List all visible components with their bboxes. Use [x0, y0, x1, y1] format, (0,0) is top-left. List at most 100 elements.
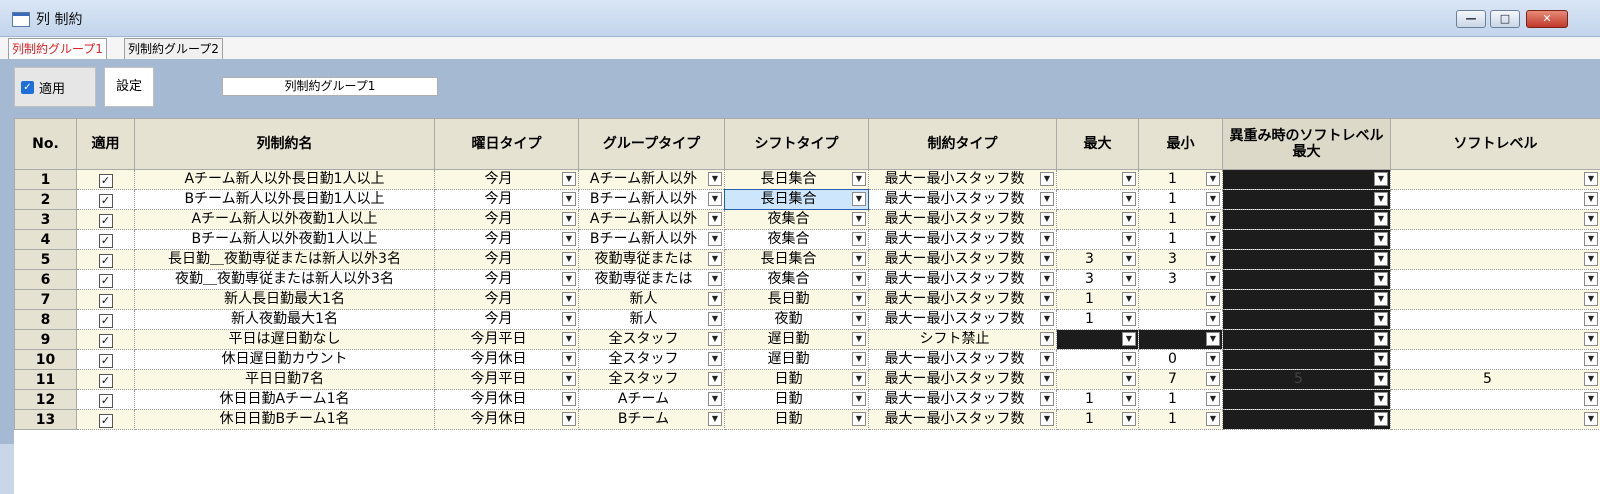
- cell-shift[interactable]: 長日集合▼: [725, 190, 869, 210]
- cell-day[interactable]: 今月▼: [435, 210, 579, 230]
- dropdown-arrow-icon[interactable]: ▼: [708, 352, 722, 366]
- cell-max[interactable]: 1▼: [1057, 410, 1139, 430]
- checkbox-checked-icon[interactable]: ✓: [99, 394, 113, 408]
- cell-weight[interactable]: ▼: [1223, 250, 1391, 270]
- dropdown-arrow-icon[interactable]: ▼: [852, 192, 866, 206]
- cell-constraint[interactable]: 最大ー最小スタッフ数▼: [869, 270, 1057, 290]
- cell-constraint[interactable]: 最大ー最小スタッフ数▼: [869, 230, 1057, 250]
- group-name-field[interactable]: 列制約グループ1: [222, 77, 438, 96]
- cell-apply[interactable]: ✓: [77, 410, 135, 430]
- dropdown-arrow-icon[interactable]: ▼: [1206, 252, 1220, 266]
- cell-max[interactable]: ▼: [1057, 350, 1139, 370]
- dropdown-arrow-icon[interactable]: ▼: [1040, 172, 1054, 186]
- dropdown-arrow-icon[interactable]: ▼: [1584, 352, 1598, 366]
- dropdown-arrow-icon[interactable]: ▼: [1584, 192, 1598, 206]
- dropdown-arrow-icon[interactable]: ▼: [1584, 172, 1598, 186]
- cell-group[interactable]: Aチーム▼: [579, 390, 725, 410]
- cell-group[interactable]: Aチーム新人以外▼: [579, 170, 725, 190]
- cell-min[interactable]: 0▼: [1139, 350, 1223, 370]
- cell-soft[interactable]: ▼: [1391, 170, 1600, 190]
- cell-group[interactable]: Bチーム新人以外▼: [579, 230, 725, 250]
- cell-min[interactable]: ▼: [1139, 330, 1223, 350]
- dropdown-arrow-icon[interactable]: ▼: [852, 352, 866, 366]
- dropdown-arrow-icon[interactable]: ▼: [1374, 312, 1388, 326]
- dropdown-arrow-icon[interactable]: ▼: [1122, 372, 1136, 386]
- cell-name[interactable]: 休日日勤Bチーム1名: [135, 410, 435, 430]
- dropdown-arrow-icon[interactable]: ▼: [1374, 272, 1388, 286]
- table-row[interactable]: 11✓平日日勤7名今月平日▼全スタッフ▼日勤▼最大ー最小スタッフ数▼▼7▼5▼5…: [15, 370, 1600, 390]
- dropdown-arrow-icon[interactable]: ▼: [1040, 352, 1054, 366]
- dropdown-arrow-icon[interactable]: ▼: [852, 392, 866, 406]
- cell-shift[interactable]: 長日集合▼: [725, 170, 869, 190]
- col-weight-soft-max[interactable]: 異重み時のソフトレベル 最大: [1223, 119, 1391, 170]
- dropdown-arrow-icon[interactable]: ▼: [1206, 372, 1220, 386]
- col-apply[interactable]: 適用: [77, 119, 135, 170]
- cell-max[interactable]: ▼: [1057, 230, 1139, 250]
- checkbox-checked-icon[interactable]: ✓: [99, 314, 113, 328]
- dropdown-arrow-icon[interactable]: ▼: [1206, 352, 1220, 366]
- cell-constraint[interactable]: 最大ー最小スタッフ数▼: [869, 370, 1057, 390]
- dropdown-arrow-icon[interactable]: ▼: [708, 252, 722, 266]
- cell-constraint[interactable]: 最大ー最小スタッフ数▼: [869, 350, 1057, 370]
- cell-shift[interactable]: 夜集合▼: [725, 210, 869, 230]
- checkbox-checked-icon[interactable]: ✓: [99, 214, 113, 228]
- cell-max[interactable]: ▼: [1057, 210, 1139, 230]
- cell-group[interactable]: Aチーム新人以外▼: [579, 210, 725, 230]
- checkbox-checked-icon[interactable]: ✓: [99, 174, 113, 188]
- cell-constraint[interactable]: 最大ー最小スタッフ数▼: [869, 170, 1057, 190]
- dropdown-arrow-icon[interactable]: ▼: [708, 172, 722, 186]
- dropdown-arrow-icon[interactable]: ▼: [562, 292, 576, 306]
- cell-name[interactable]: Aチーム新人以外長日勤1人以上: [135, 170, 435, 190]
- apply-toggle[interactable]: ✓ 適用: [14, 67, 96, 107]
- dropdown-arrow-icon[interactable]: ▼: [1584, 252, 1598, 266]
- cell-max[interactable]: ▼: [1057, 190, 1139, 210]
- dropdown-arrow-icon[interactable]: ▼: [708, 372, 722, 386]
- cell-weight[interactable]: ▼: [1223, 190, 1391, 210]
- cell-day[interactable]: 今月▼: [435, 230, 579, 250]
- cell-apply[interactable]: ✓: [77, 270, 135, 290]
- cell-min[interactable]: 7▼: [1139, 370, 1223, 390]
- dropdown-arrow-icon[interactable]: ▼: [708, 232, 722, 246]
- cell-weight[interactable]: ▼: [1223, 350, 1391, 370]
- dropdown-arrow-icon[interactable]: ▼: [562, 212, 576, 226]
- cell-min[interactable]: 1▼: [1139, 230, 1223, 250]
- checkbox-checked-icon[interactable]: ✓: [99, 234, 113, 248]
- cell-shift[interactable]: 日勤▼: [725, 370, 869, 390]
- cell-min[interactable]: 1▼: [1139, 190, 1223, 210]
- cell-group[interactable]: Bチーム新人以外▼: [579, 190, 725, 210]
- dropdown-arrow-icon[interactable]: ▼: [1584, 292, 1598, 306]
- cell-apply[interactable]: ✓: [77, 390, 135, 410]
- table-row[interactable]: 5✓長日勤＿夜勤専従または新人以外3名今月▼夜勤専従または▼長日集合▼最大ー最小…: [15, 250, 1600, 270]
- cell-day[interactable]: 今月▼: [435, 290, 579, 310]
- dropdown-arrow-icon[interactable]: ▼: [1374, 212, 1388, 226]
- cell-max[interactable]: 3▼: [1057, 250, 1139, 270]
- dropdown-arrow-icon[interactable]: ▼: [1122, 192, 1136, 206]
- cell-name[interactable]: 長日勤＿夜勤専従または新人以外3名: [135, 250, 435, 270]
- dropdown-arrow-icon[interactable]: ▼: [1374, 372, 1388, 386]
- col-shift-type[interactable]: シフトタイプ: [725, 119, 869, 170]
- checkbox-checked-icon[interactable]: ✓: [99, 294, 113, 308]
- cell-shift[interactable]: 日勤▼: [725, 410, 869, 430]
- dropdown-arrow-icon[interactable]: ▼: [852, 372, 866, 386]
- dropdown-arrow-icon[interactable]: ▼: [1584, 332, 1598, 346]
- minimize-button[interactable]: —: [1456, 10, 1486, 28]
- cell-constraint[interactable]: 最大ー最小スタッフ数▼: [869, 290, 1057, 310]
- cell-soft[interactable]: ▼: [1391, 230, 1600, 250]
- table-row[interactable]: 13✓休日日勤Bチーム1名今月休日▼Bチーム▼日勤▼最大ー最小スタッフ数▼1▼1…: [15, 410, 1600, 430]
- cell-day[interactable]: 今月▼: [435, 250, 579, 270]
- cell-group[interactable]: 新人▼: [579, 290, 725, 310]
- cell-apply[interactable]: ✓: [77, 190, 135, 210]
- dropdown-arrow-icon[interactable]: ▼: [1122, 252, 1136, 266]
- cell-name[interactable]: 新人夜勤最大1名: [135, 310, 435, 330]
- table-row[interactable]: 6✓夜勤＿夜勤専従または新人以外3名今月▼夜勤専従または▼夜集合▼最大ー最小スタ…: [15, 270, 1600, 290]
- table-row[interactable]: 12✓休日日勤Aチーム1名今月休日▼Aチーム▼日勤▼最大ー最小スタッフ数▼1▼1…: [15, 390, 1600, 410]
- tab-group-1[interactable]: 列制約グループ1: [8, 38, 107, 59]
- col-max[interactable]: 最大: [1057, 119, 1139, 170]
- checkbox-checked-icon[interactable]: ✓: [99, 254, 113, 268]
- col-day-type[interactable]: 曜日タイプ: [435, 119, 579, 170]
- dropdown-arrow-icon[interactable]: ▼: [1040, 312, 1054, 326]
- cell-weight[interactable]: ▼: [1223, 210, 1391, 230]
- cell-group[interactable]: 全スタッフ▼: [579, 370, 725, 390]
- maximize-button[interactable]: □: [1490, 10, 1520, 28]
- checkbox-checked-icon[interactable]: ✓: [99, 354, 113, 368]
